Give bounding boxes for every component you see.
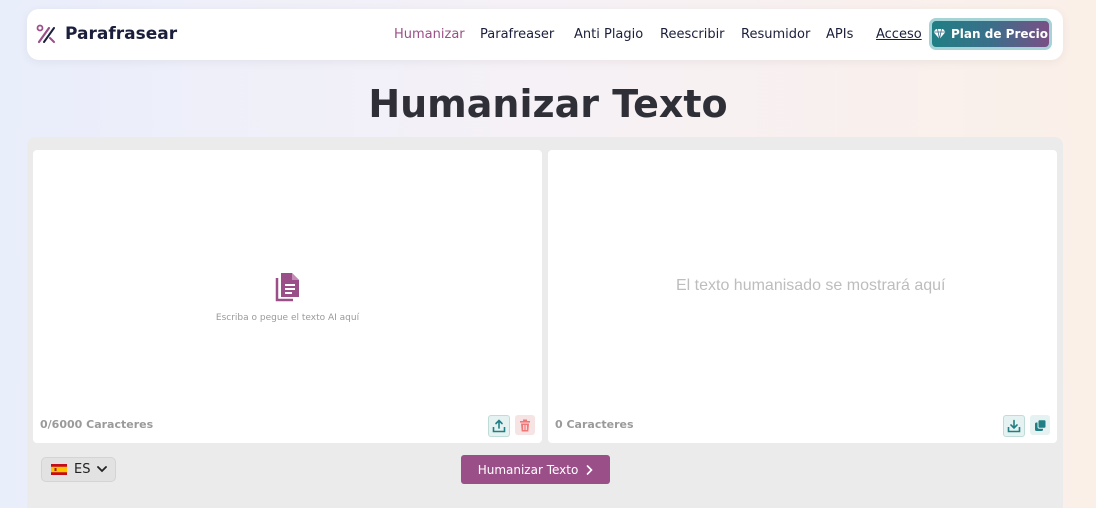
input-char-count: 0/6000 Caracteres xyxy=(40,418,154,431)
humanizer-workspace: Escriba o pegue el texto AI aquí 0/6000 … xyxy=(27,137,1063,508)
nav-item-parafreaser[interactable]: Parafreaser xyxy=(480,27,554,42)
nav-item-reescribir[interactable]: Reescribir xyxy=(660,27,725,42)
output-placeholder: El texto humanisado se mostrará aquí xyxy=(676,277,946,294)
language-select[interactable]: ES xyxy=(41,457,116,482)
chevron-down-icon xyxy=(97,466,108,473)
input-panel[interactable]: Escriba o pegue el texto AI aquí 0/6000 … xyxy=(33,150,542,443)
download-icon xyxy=(1007,419,1021,433)
input-hint: Escriba o pegue el texto AI aquí xyxy=(215,313,360,323)
humanize-text-label: Humanizar Texto xyxy=(477,462,579,477)
brand-logo[interactable]: Parafrasear xyxy=(35,22,177,46)
language-code: ES xyxy=(74,462,91,477)
nav-item-anti-plagio[interactable]: Anti Plagio xyxy=(574,27,643,42)
nav-item-humanizar[interactable]: Humanizar xyxy=(394,27,465,42)
pricing-plan-button[interactable]: Plan de Precio xyxy=(929,18,1052,50)
document-icon xyxy=(275,273,299,302)
input-empty-state: Escriba o pegue el texto AI aquí xyxy=(33,272,542,323)
copy-icon xyxy=(1034,418,1046,431)
brand-logo-icon xyxy=(36,24,55,44)
upload-button[interactable] xyxy=(488,415,510,437)
top-navbar: Parafrasear Humanizar Parafreaser Anti P… xyxy=(27,9,1063,60)
spain-flag-icon xyxy=(51,464,67,475)
chevron-right-icon xyxy=(587,464,593,475)
copy-button[interactable] xyxy=(1030,415,1050,435)
clear-text-button[interactable] xyxy=(515,415,535,435)
humanize-text-button[interactable]: Humanizar Texto xyxy=(461,455,610,484)
diamond-icon xyxy=(933,28,946,40)
login-link[interactable]: Acceso xyxy=(876,27,922,42)
upload-icon xyxy=(492,419,506,433)
output-char-count: 0 Caracteres xyxy=(555,418,634,431)
output-panel: El texto humanisado se mostrará aquí 0 C… xyxy=(548,150,1057,443)
nav-item-resumidor[interactable]: Resumidor xyxy=(741,27,810,42)
pricing-plan-label: Plan de Precio xyxy=(951,27,1048,41)
download-button[interactable] xyxy=(1003,415,1025,437)
trash-icon xyxy=(520,419,530,431)
page-title: Humanizar Texto xyxy=(368,82,728,126)
nav-item-apis[interactable]: APIs xyxy=(826,27,853,42)
brand-name: Parafrasear xyxy=(65,24,178,44)
